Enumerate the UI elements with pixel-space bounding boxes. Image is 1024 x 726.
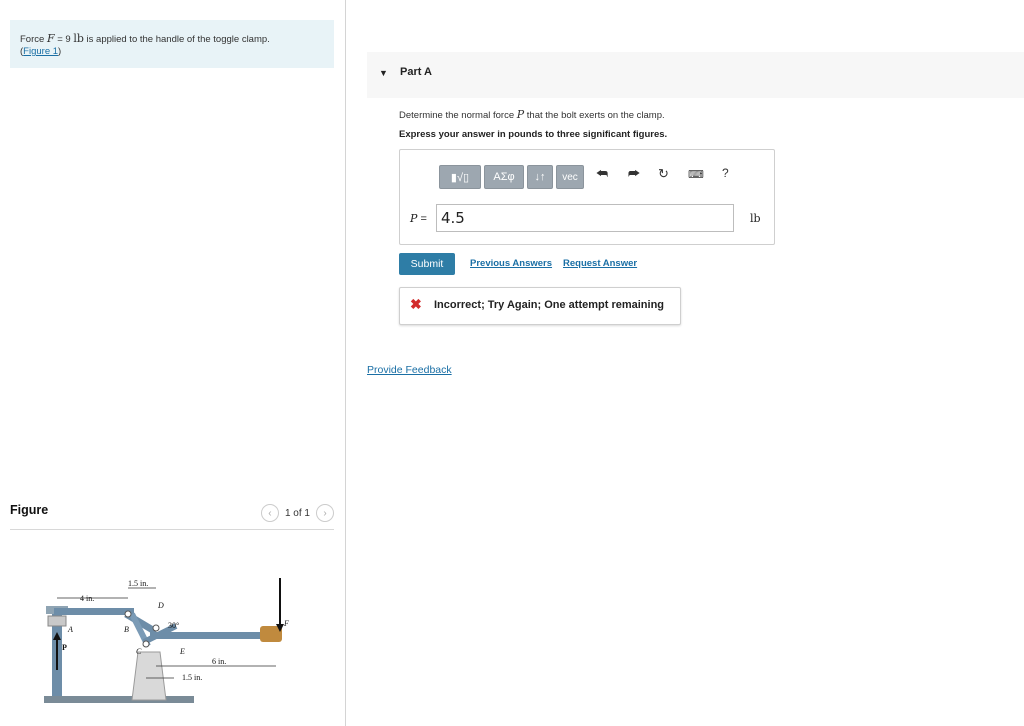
question-text: Determine the normal force P that the bo… <box>399 108 665 121</box>
toggle-clamp-figure: 4 in. 1.5 in. 6 in. 1.5 in. 30° A B C D … <box>40 570 310 720</box>
problem-text-suffix: is applied to the handle of the toggle c… <box>83 34 270 45</box>
redo-icon[interactable]: ⮫ <box>628 166 640 182</box>
reset-icon[interactable]: ↻ <box>658 166 669 182</box>
label-d: D <box>157 601 164 610</box>
part-title: Part A <box>400 66 432 78</box>
answer-input[interactable]: 4.5 <box>436 204 734 232</box>
keyboard-icon[interactable]: ⌨ <box>688 168 704 181</box>
chevron-right-icon[interactable]: › <box>316 504 334 522</box>
part-a-header[interactable]: ▼ Part A <box>367 52 1024 98</box>
question-prefix: Determine the normal force <box>399 110 517 121</box>
clamp-arm <box>54 608 134 615</box>
force-unit: lb <box>73 32 84 45</box>
chevron-left-icon[interactable]: ‹ <box>260 504 279 522</box>
question-suffix: that the bolt exerts on the clamp. <box>524 110 665 121</box>
dim-6in: 6 in. <box>212 657 226 666</box>
answer-unit: lb <box>750 212 761 225</box>
figure-link[interactable]: Figure 1 <box>23 46 58 57</box>
label-c: C <box>136 647 142 656</box>
undo-icon[interactable]: ⮪ <box>596 166 608 182</box>
vec-label: vec <box>562 171 578 183</box>
paren-close: ) <box>58 46 62 57</box>
label-p: P <box>62 643 67 652</box>
label-b: B <box>124 625 129 634</box>
provide-feedback-link[interactable]: Provide Feedback <box>367 364 452 376</box>
figure-link-wrapper: (Figure 1) <box>20 46 61 57</box>
answer-label: P = <box>410 212 427 225</box>
templates-button[interactable]: ▮√▯ <box>439 165 481 189</box>
label-e: E <box>179 647 185 656</box>
force-variable: F <box>46 32 55 45</box>
figure-title: Figure <box>10 503 49 517</box>
dim-15in-top: 1.5 in. <box>128 579 148 588</box>
label-f: F <box>283 619 289 628</box>
help-button[interactable]: ? <box>722 166 729 180</box>
dim-4in: 4 in. <box>80 594 94 603</box>
angle-label: 30° <box>168 621 179 630</box>
problem-statement: Force F = 9 lb is applied to the handle … <box>10 20 334 68</box>
greek-label: ΑΣφ <box>493 171 515 183</box>
figure-pager: ‹ 1 of 1 › <box>260 503 334 523</box>
arrows-button[interactable]: ↓↑ <box>527 165 553 189</box>
label-a: A <box>67 625 73 634</box>
figure-header: Figure ‹ 1 of 1 › <box>10 503 334 530</box>
problem-text-prefix: Force <box>20 34 47 45</box>
problem-text: Force F = 9 lb is applied to the handle … <box>20 32 270 46</box>
dim-15in-bottom: 1.5 in. <box>182 673 202 682</box>
toggle-clamp-diagram: 4 in. 1.5 in. 6 in. 1.5 in. 30° A B C D … <box>44 578 289 703</box>
greek-button[interactable]: ΑΣφ <box>484 165 524 189</box>
page-indicator: 1 of 1 <box>284 507 310 519</box>
instruction-text: Express your answer in pounds to three s… <box>399 129 668 140</box>
feedback-text: Incorrect; Try Again; One attempt remain… <box>434 299 665 311</box>
x-icon: ✖ <box>410 296 422 312</box>
request-answer-link[interactable]: Request Answer <box>563 258 637 269</box>
submit-button[interactable]: Submit <box>399 253 455 275</box>
answer-equals: = <box>417 213 427 225</box>
arrows-label: ↓↑ <box>534 171 546 183</box>
answer-box: ▮√▯ ΑΣφ ↓↑ vec ⮪ ⮫ ↻ ⌨ ? P = 4.5 lb <box>399 149 775 245</box>
base-plate <box>44 696 194 703</box>
vec-button[interactable]: vec <box>556 165 584 189</box>
bolt <box>47 615 67 627</box>
caret-down-icon[interactable]: ▼ <box>379 68 388 78</box>
left-column: Force F = 9 lb is applied to the handle … <box>0 0 346 726</box>
force-equals: = 9 <box>54 34 74 45</box>
previous-answers-link[interactable]: Previous Answers <box>470 258 552 269</box>
pedestal <box>131 651 167 701</box>
templates-label: ▮√▯ <box>450 171 470 184</box>
feedback-message: ✖ Incorrect; Try Again; One attempt rema… <box>399 287 681 325</box>
